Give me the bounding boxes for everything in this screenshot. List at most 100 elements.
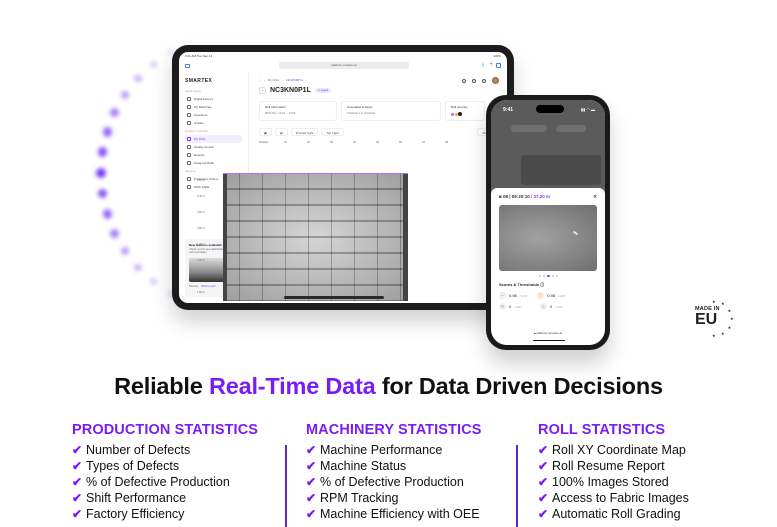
defect-mark [572, 230, 579, 236]
production-statistics-column: PRODUCTION STATISTICS ✔ Number of Defects… [72, 422, 258, 522]
dimmed-background: 9:41 ▮▮ ◠ ▬ [491, 100, 605, 200]
decorative-dot [134, 263, 143, 272]
tablet-device: 9:41 AM Tue Sep 14 100% platform.smartex… [172, 45, 514, 310]
share-icon[interactable]: ⇪ [481, 63, 485, 69]
position-label: 1,40 m [197, 275, 205, 278]
star-icon: ★ [721, 330, 725, 336]
anomalies-stops-card[interactable]: Anomalies & Stops 3 Defects 1 in of Defe… [341, 101, 441, 121]
feature-item: ✔ Roll XY Coordinate Map [538, 443, 686, 457]
info-icon[interactable]: ⓘ [540, 282, 544, 287]
dynamic-island [536, 105, 564, 113]
check-icon: ✔ [538, 491, 549, 505]
feature-item: ✔ Roll Resume Report [538, 459, 665, 473]
position-label: 1,60 m [197, 291, 205, 294]
settings-icon[interactable] [482, 78, 486, 83]
feature-item: ✔ Types of Defects [72, 459, 180, 473]
decorative-dot [149, 277, 158, 286]
star-icon: ★ [712, 299, 716, 304]
camera-header[interactable]: 05 [376, 141, 399, 144]
headline-accent: Real-Time Data [208, 373, 376, 399]
camera-header[interactable]: 02 [307, 141, 330, 144]
defect-timestamp: 09:20:10 [511, 194, 530, 199]
check-icon: ✔ [538, 507, 549, 521]
phone-device: 9:41 ▮▮ ◠ ▬ ◙ 08 | 09:20:10 / 37,20 m ✕ [486, 95, 610, 350]
carousel-pagination[interactable] [499, 275, 597, 277]
star-icon: ★ [721, 301, 725, 307]
dismiss-link[interactable]: Dismiss [189, 285, 198, 288]
sidebar-item-reports[interactable]: Reports [185, 151, 242, 159]
machine-icon [187, 105, 191, 109]
sidebar-item-operators[interactable]: Operators [185, 111, 242, 119]
sidebar-section-title: Quality & Inspection [185, 130, 209, 133]
camera-header[interactable]: 07 [422, 141, 445, 144]
sidebar-item-quality-control[interactable]: Quality Control [185, 143, 242, 151]
bell-icon[interactable] [472, 78, 476, 83]
check-icon: ✔ [72, 443, 83, 457]
sidebar-item-digital-factory[interactable]: Digital Factory [185, 95, 242, 103]
decorative-dot [110, 108, 120, 118]
close-icon[interactable]: ✕ [593, 194, 597, 200]
grid-view-button[interactable]: ▣ [259, 128, 272, 136]
scores-row: ◎ 0/ 0.67 △ 0/ 0.67 [499, 303, 597, 310]
camera-header[interactable]: 08 [445, 141, 468, 144]
camera-header[interactable]: 04 [353, 141, 376, 144]
feature-item: ✔ Shift Performance [72, 491, 187, 505]
warning-icon: ! [537, 292, 545, 299]
feature-item: ✔ RPM Tracking [306, 491, 399, 505]
quality-icon [187, 145, 191, 149]
defect-header: ◙ 08 | 09:20:10 / 37,20 m ✕ [499, 194, 597, 200]
platform-url: 🔒︎ platform.smartex.ai [534, 331, 562, 335]
breadcrumb-my-rolls[interactable]: My Rolls [268, 78, 280, 82]
check-icon: ✔ [538, 475, 549, 489]
camera-header[interactable]: 06 [399, 141, 422, 144]
feature-item: ✔ Machine Efficiency with OEE [306, 507, 480, 521]
decorative-dot [97, 147, 108, 158]
home-icon[interactable]: ⌂ [259, 78, 261, 82]
grid-icon [187, 121, 191, 125]
eu-label: EU [695, 311, 718, 328]
position-header: Position [259, 141, 269, 144]
decorative-dot [110, 228, 120, 238]
header-actions [462, 77, 499, 84]
check-icon: ✔ [72, 507, 83, 521]
infrared-light-button[interactable]: Infrared Light [290, 128, 319, 136]
clipboard-icon [187, 177, 191, 181]
list-view-button[interactable]: ▤ [274, 128, 288, 136]
defect-image[interactable] [499, 205, 597, 271]
tabs-icon[interactable] [496, 63, 501, 68]
feature-item: ✔ 100% Images Stored [538, 475, 669, 489]
headline: Reliable Real-Time Data for Data Driven … [114, 373, 663, 399]
decorative-dot [134, 74, 143, 83]
roll-journey-card[interactable]: Roll Journey [445, 101, 485, 121]
back-button[interactable]: ‹ [259, 87, 266, 94]
url-bar[interactable]: platform.smartex.ai [279, 62, 409, 69]
feature-item: ✔% of Defective Production [72, 475, 230, 489]
column-divider [285, 445, 287, 527]
star-icon: ★ [730, 316, 734, 321]
sidebar-item-my-rolls[interactable]: My Rolls [185, 135, 242, 143]
new-tab-icon[interactable]: + [489, 62, 493, 68]
check-icon: ✔ [72, 475, 83, 489]
horizontal-scrollbar[interactable] [284, 296, 384, 299]
avatar[interactable] [492, 77, 499, 84]
feature-item: ✔ Machine Status [306, 459, 407, 473]
sidebar-toggle-icon[interactable] [185, 64, 190, 68]
position-label: 1,00 m [197, 243, 205, 246]
users-icon [187, 113, 191, 117]
fabric-image-grid[interactable] [223, 173, 408, 301]
camera-header[interactable]: 01 [284, 141, 307, 144]
sidebar-item-my-machines[interactable]: My Machines [185, 103, 242, 111]
position-label: 0,20 m [197, 179, 205, 182]
top-light-button[interactable]: Top Light [321, 128, 344, 136]
search-icon[interactable] [462, 78, 466, 83]
info-cards: Roll Information 08 02 Dec, 13:20 → 23:5… [259, 101, 497, 121]
sidebar-item-articles[interactable]: Articles [185, 119, 242, 127]
star-icon: ★ [727, 324, 732, 330]
assigned-icon [187, 161, 191, 165]
whats-new-link[interactable]: What's new? [201, 285, 216, 288]
sidebar-item-assigned-rolls[interactable]: Assigned Rolls [185, 159, 242, 167]
roll-information-card[interactable]: Roll Information 08 02 Dec, 13:20 → 23:5… [259, 101, 337, 121]
camera-header[interactable]: 03 [330, 141, 353, 144]
sidebar-section-title: Digital Factory [185, 90, 202, 93]
check-icon: ✔ [306, 507, 317, 521]
